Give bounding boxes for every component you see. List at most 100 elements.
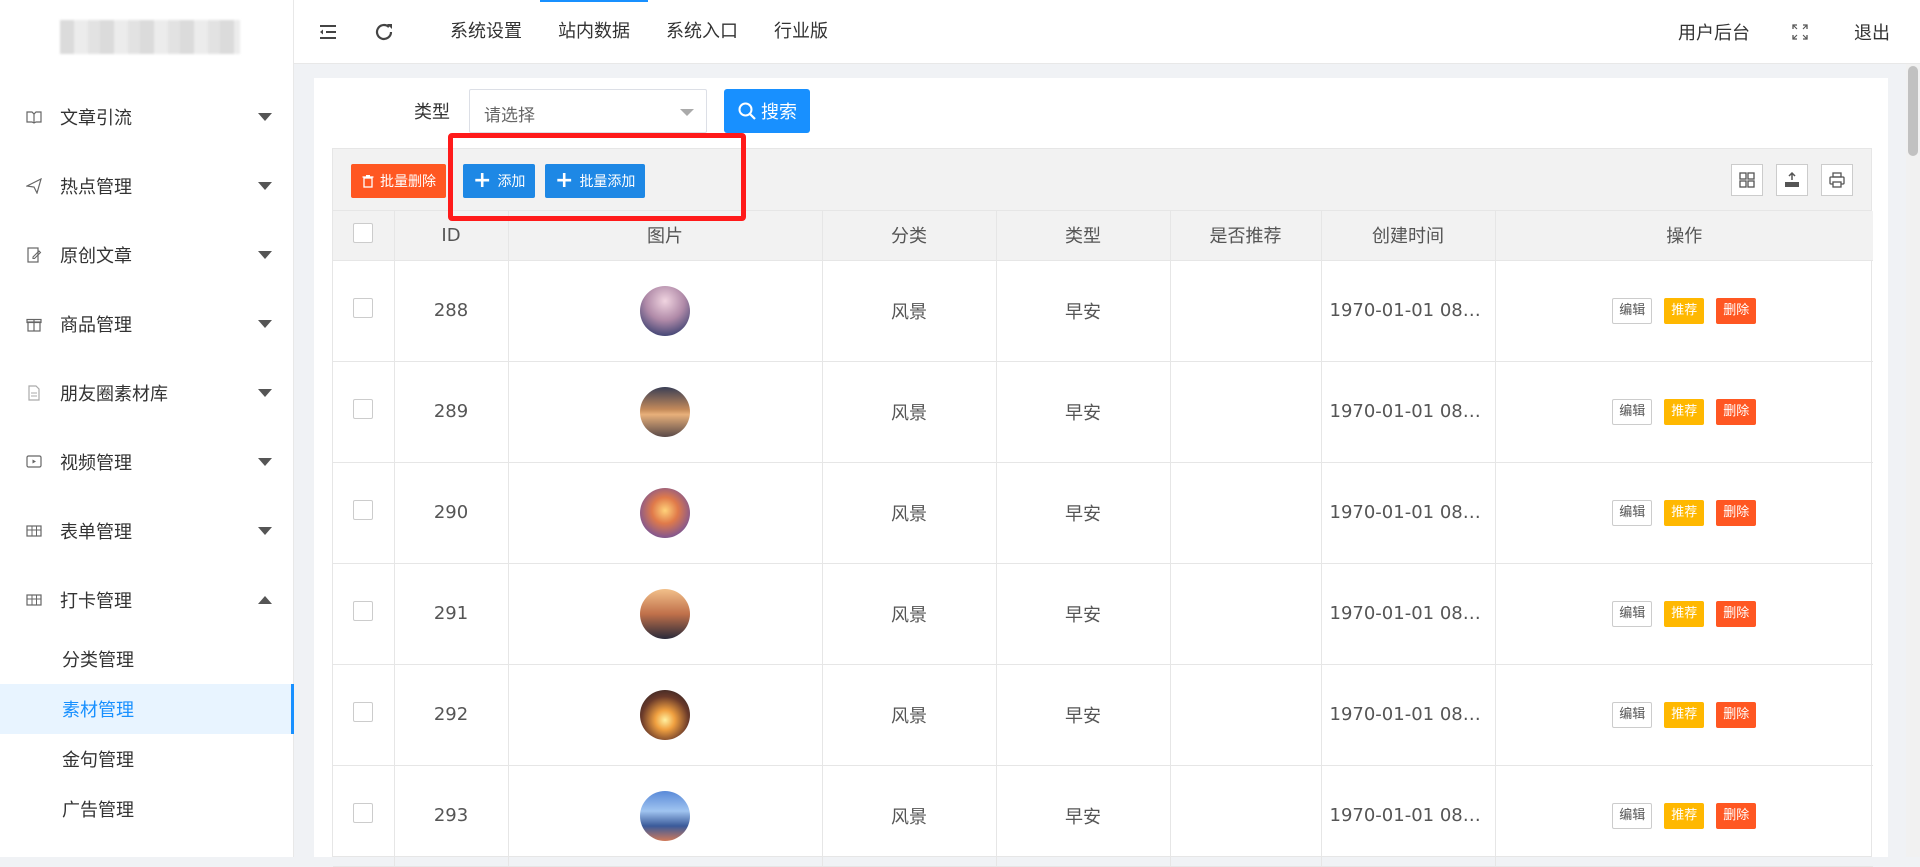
print-button[interactable]	[1821, 164, 1853, 196]
plus-icon: +	[555, 168, 574, 193]
row-checkbox[interactable]	[353, 601, 374, 621]
recommend-button[interactable]: 推荐	[1664, 499, 1705, 526]
thumbnail-image[interactable]	[640, 588, 690, 639]
sidebar-subitem-category[interactable]: 分类管理	[0, 634, 294, 684]
edit-button[interactable]: 编辑	[1612, 802, 1653, 829]
add-button[interactable]: + 添加	[463, 164, 536, 198]
logout-link[interactable]: 退出	[1854, 19, 1890, 45]
category-cell: 风景	[822, 361, 997, 463]
sidebar-item-moments-library[interactable]: 朋友圈素材库	[0, 358, 294, 427]
book-icon	[26, 109, 42, 125]
delete-button[interactable]: 删除	[1716, 499, 1757, 526]
column-filter-button[interactable]	[1731, 164, 1763, 196]
column-header: 是否推荐	[1170, 211, 1322, 261]
filter-row: 类型 请选择 搜索	[314, 78, 1888, 148]
thumbnail-image[interactable]	[640, 285, 690, 336]
id-cell: 288	[394, 260, 509, 362]
page-scrollbar[interactable]	[1906, 64, 1920, 857]
delete-button[interactable]: 删除	[1716, 600, 1757, 627]
delete-button[interactable]: 删除	[1716, 398, 1757, 425]
sidebar-item-goods[interactable]: 商品管理	[0, 289, 294, 358]
batch-delete-button[interactable]: 批量删除	[351, 164, 446, 198]
type-cell: 早安	[996, 462, 1171, 564]
search-button[interactable]: 搜索	[724, 89, 810, 133]
created-time-cell: 1970-01-01 08:00:00	[1321, 462, 1496, 564]
gift-icon	[26, 316, 42, 332]
table-row: 288 风景 早安 1970-01-01 08:00:00 编辑推荐删除	[333, 260, 1873, 362]
edit-button[interactable]: 编辑	[1612, 297, 1653, 324]
type-cell: 早安	[996, 260, 1171, 362]
recommend-button[interactable]: 推荐	[1664, 297, 1705, 324]
nav-system-entry[interactable]: 系统入口	[648, 0, 756, 64]
edit-button[interactable]: 编辑	[1612, 398, 1653, 425]
recommend-button[interactable]: 推荐	[1664, 701, 1705, 728]
search-button-label: 搜索	[761, 102, 797, 123]
sidebar-subitem-quotes[interactable]: 金句管理	[0, 734, 294, 784]
thumbnail-image[interactable]	[640, 386, 690, 437]
actions-cell: 编辑 推荐 删除	[1495, 664, 1873, 766]
logo	[60, 20, 240, 54]
row-checkbox[interactable]	[353, 399, 374, 419]
select-all-checkbox[interactable]	[353, 222, 374, 243]
thumbnail-image[interactable]	[640, 689, 690, 740]
created-time-cell: 1970-01-01 08:00:00	[1321, 260, 1496, 362]
user-admin-link[interactable]: 用户后台	[1678, 19, 1750, 45]
table-row: 289 风景 早安 1970-01-01 08:00:00 编辑推荐删除	[333, 361, 1873, 463]
batch-delete-label: 批量删除	[380, 174, 436, 190]
fullscreen-icon[interactable]	[1792, 24, 1808, 40]
sidebar-item-forms[interactable]: 表单管理	[0, 496, 294, 565]
table-row: 291 风景 早安 1970-01-01 08:00:00 编辑推荐删除	[333, 563, 1873, 665]
batch-add-button[interactable]: + 批量添加	[545, 164, 646, 198]
topbar: 系统设置 站内数据 系统入口 行业版 用户后台 退出	[294, 0, 1920, 64]
export-button[interactable]	[1776, 164, 1808, 196]
recommend-button[interactable]: 推荐	[1664, 398, 1705, 425]
nav-site-data[interactable]: 站内数据	[540, 0, 648, 64]
sidebar-item-label: 文章引流	[60, 107, 132, 129]
delete-button[interactable]: 删除	[1716, 701, 1757, 728]
nav-industry-edition[interactable]: 行业版	[756, 0, 846, 64]
delete-button[interactable]: 删除	[1716, 802, 1757, 829]
sidebar-subitem-materials[interactable]: 素材管理	[0, 684, 294, 734]
table-icon	[26, 523, 42, 539]
delete-button[interactable]: 删除	[1716, 297, 1757, 324]
page-scrollbar-thumb[interactable]	[1908, 66, 1918, 156]
edit-button[interactable]: 编辑	[1612, 701, 1653, 728]
actions-cell: 编辑 推荐 删除	[1495, 260, 1873, 362]
row-checkbox[interactable]	[353, 298, 374, 318]
top-nav: 系统设置 站内数据 系统入口 行业版	[432, 0, 846, 64]
add-button-label: 添加	[497, 174, 526, 190]
thumbnail-image[interactable]	[640, 487, 690, 538]
sidebar-item-label: 朋友圈素材库	[60, 383, 168, 405]
refresh-icon[interactable]	[372, 20, 396, 44]
menu-fold-icon[interactable]	[316, 20, 340, 44]
edit-button[interactable]: 编辑	[1612, 600, 1653, 627]
sidebar-subitem-ads[interactable]: 广告管理	[0, 784, 294, 834]
sidebar-item-original-article[interactable]: 原创文章	[0, 220, 294, 289]
type-select[interactable]: 请选择	[469, 89, 707, 133]
row-checkbox[interactable]	[353, 803, 374, 823]
export-icon	[1785, 171, 1799, 187]
sidebar-menu: 文章引流 热点管理 原创文章 商品管理 朋友圈素材库 视频管理 表单管理 打卡管…	[0, 82, 294, 834]
sidebar-item-checkin[interactable]: 打卡管理	[0, 565, 294, 634]
trash-icon	[362, 175, 374, 188]
actions-cell: 编辑 推荐 删除	[1495, 361, 1873, 463]
nav-system-settings[interactable]: 系统设置	[432, 0, 540, 64]
sidebar-item-video[interactable]: 视频管理	[0, 427, 294, 496]
recommend-button[interactable]: 推荐	[1664, 802, 1705, 829]
created-time-cell: 1970-01-01 08:00:00	[1321, 765, 1496, 867]
recommend-button[interactable]: 推荐	[1664, 600, 1705, 627]
sidebar-item-label: 商品管理	[60, 314, 132, 336]
row-checkbox[interactable]	[353, 702, 374, 722]
thumbnail-image[interactable]	[640, 790, 690, 841]
category-cell: 风景	[822, 462, 997, 564]
sidebar-item-article-traffic[interactable]: 文章引流	[0, 82, 294, 151]
chevron-down-icon	[258, 526, 272, 535]
table-row: 292 风景 早安 1970-01-01 08:00:00 编辑推荐删除	[333, 664, 1873, 766]
category-cell: 风景	[822, 260, 997, 362]
column-header[interactable]: ID	[394, 211, 509, 261]
sidebar-item-hotspot[interactable]: 热点管理	[0, 151, 294, 220]
row-checkbox[interactable]	[353, 500, 374, 520]
table-header-row: ID 图片 分类 类型 是否推荐 创建时间 操作	[333, 211, 1873, 261]
sidebar-item-label: 原创文章	[60, 245, 132, 267]
edit-button[interactable]: 编辑	[1612, 499, 1653, 526]
